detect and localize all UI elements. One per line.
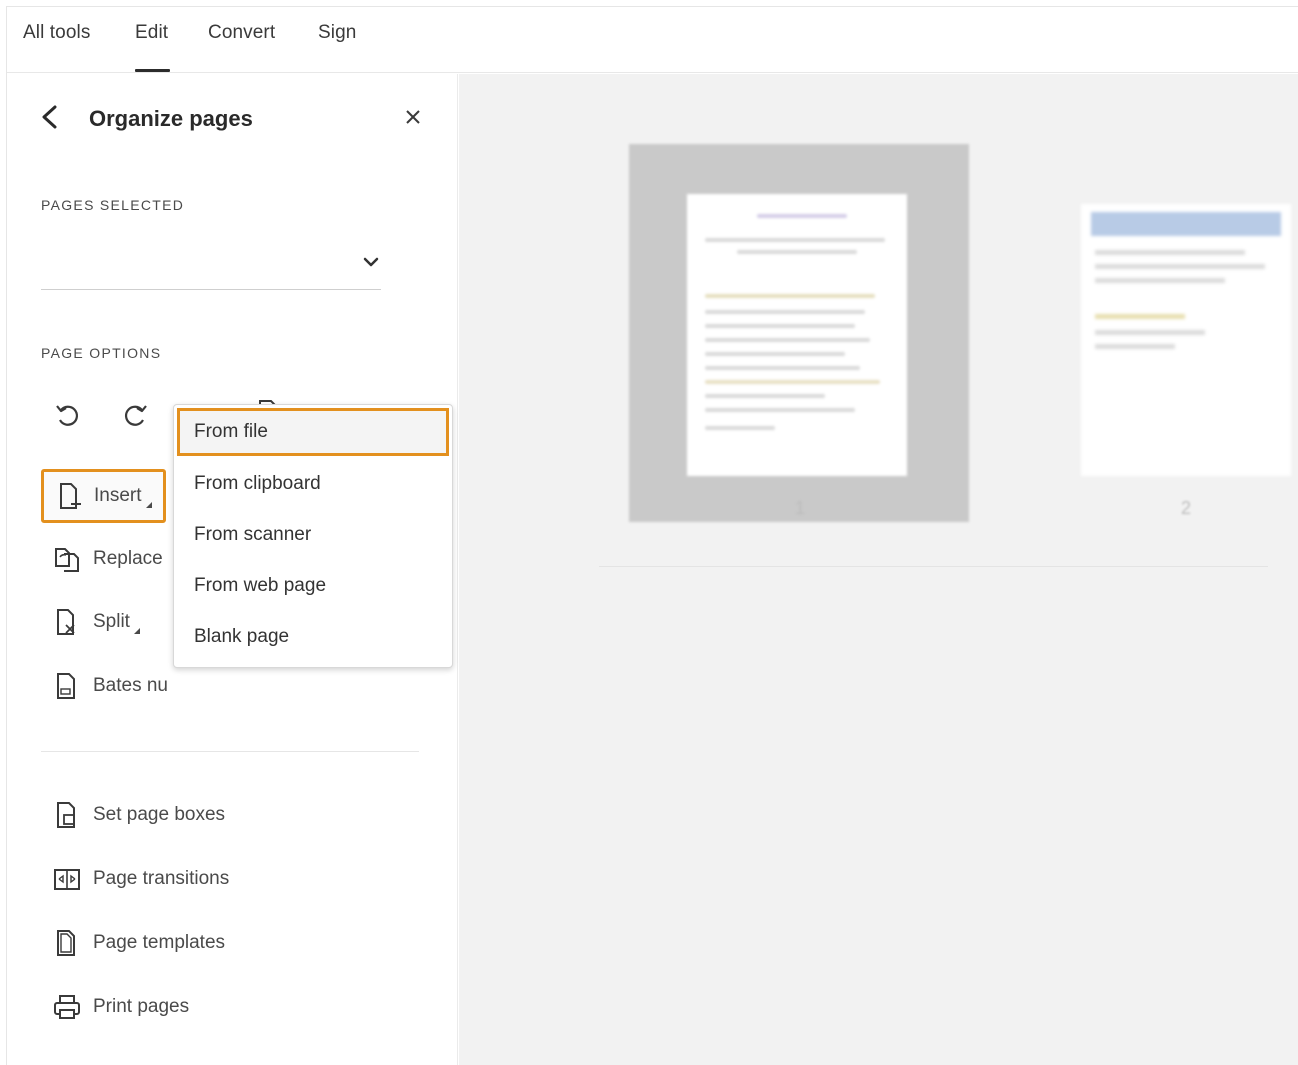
rotate-right-icon[interactable] [118, 398, 152, 432]
split-page-icon [51, 606, 83, 638]
print-pages-label: Print pages [93, 996, 190, 1017]
bates-numbering-label: Bates nu [93, 675, 168, 696]
panel-title: Organize pages [89, 106, 253, 131]
set-page-boxes-button[interactable]: Set page boxes [51, 795, 225, 835]
bates-numbering-button[interactable]: Bates nu [51, 666, 168, 706]
chevron-down-icon [363, 257, 379, 267]
page-thumbnail-selected[interactable] [629, 144, 969, 522]
insert-menu: From file From clipboard From scanner Fr… [173, 404, 453, 668]
insert-button[interactable]: Insert [41, 469, 166, 523]
pages-selected-label: PAGES SELECTED [41, 197, 185, 213]
page-number: 2 [1181, 498, 1192, 518]
tab-convert[interactable]: Convert [208, 22, 275, 44]
menu-item-from-file[interactable]: From file [177, 408, 449, 456]
page-templates-icon [51, 927, 83, 959]
tab-all-tools[interactable]: All tools [23, 22, 90, 44]
page-templates-button[interactable]: Page templates [51, 923, 225, 963]
menu-item-from-web-page[interactable]: From web page [177, 562, 449, 610]
menu-item-blank-page[interactable]: Blank page [177, 613, 449, 661]
page-templates-label: Page templates [93, 932, 226, 953]
content-divider [599, 566, 1268, 567]
tab-sign[interactable]: Sign [318, 22, 356, 44]
page-transitions-icon [51, 863, 83, 895]
tab-edit[interactable]: Edit [135, 22, 168, 44]
set-page-boxes-label: Set page boxes [93, 804, 226, 825]
page-thumbnail-image [687, 194, 907, 476]
page-options-label: PAGE OPTIONS [41, 345, 162, 361]
section-divider [41, 751, 419, 752]
page-thumbnails-area: 1 2 [459, 74, 1298, 1065]
split-label: Split [93, 611, 130, 632]
pages-selected-dropdown[interactable] [41, 234, 381, 290]
top-nav: All tools Edit Convert Sign [7, 7, 1298, 73]
replace-page-icon [51, 543, 83, 575]
active-tab-indicator [135, 69, 170, 72]
insert-label: Insert [94, 485, 142, 506]
rotate-left-icon[interactable] [51, 398, 85, 432]
printer-icon [51, 991, 83, 1023]
page-transitions-button[interactable]: Page transitions [51, 859, 229, 899]
page-boxes-icon [51, 799, 83, 831]
menu-item-from-clipboard[interactable]: From clipboard [177, 460, 449, 508]
split-button[interactable]: Split [51, 602, 140, 642]
insert-page-icon [54, 480, 86, 512]
menu-item-from-scanner[interactable]: From scanner [177, 511, 449, 559]
bates-numbering-icon [51, 670, 83, 702]
replace-button[interactable]: Replace [51, 539, 163, 579]
print-pages-button[interactable]: Print pages [51, 987, 189, 1027]
page-thumbnail[interactable] [1081, 204, 1291, 476]
submenu-caret-icon [145, 502, 152, 508]
replace-label: Replace [93, 548, 163, 569]
close-icon[interactable] [404, 108, 422, 126]
page-transitions-label: Page transitions [93, 868, 230, 889]
page-number: 1 [795, 498, 806, 518]
submenu-caret-icon [133, 628, 140, 634]
app-window: All tools Edit Convert Sign Organize pag… [6, 6, 1298, 1065]
back-arrow-icon[interactable] [38, 102, 60, 132]
